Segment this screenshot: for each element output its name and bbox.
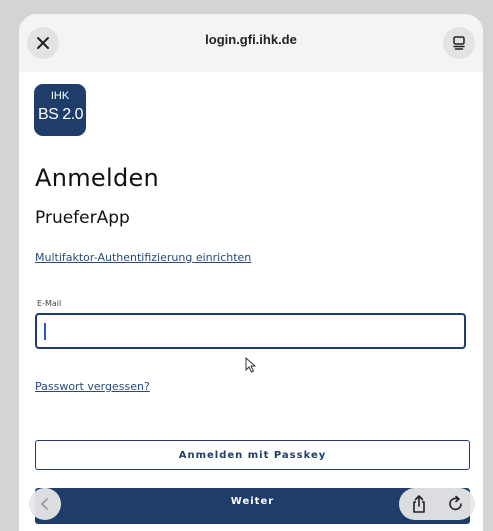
share-icon[interactable] [410, 494, 428, 514]
passkey-login-button[interactable]: Anmelden mit Passkey [35, 440, 470, 470]
close-button[interactable] [27, 27, 59, 59]
back-button[interactable] [29, 488, 61, 520]
reload-icon[interactable] [447, 494, 465, 514]
text-caret [44, 323, 46, 340]
url-label[interactable]: login.gfi.ihk.de [119, 32, 383, 47]
close-icon [37, 37, 49, 49]
page-subtitle: PrueferApp [35, 208, 130, 228]
reader-button[interactable] [443, 27, 475, 59]
mouse-pointer-icon [245, 357, 257, 373]
email-label: E-Mail [37, 299, 62, 308]
forgot-password-link[interactable]: Passwort vergessen? [35, 380, 150, 393]
browser-actions [399, 488, 475, 520]
mfa-setup-link[interactable]: Multifaktor-Authentifizierung einrichten [35, 251, 251, 264]
logo-line-2: BS 2.0 [38, 106, 84, 123]
browser-sheet: login.gfi.ihk.de IHK BS 2.0 Anmelden Pru… [19, 14, 483, 531]
ihk-logo: IHK BS 2.0 [34, 84, 86, 136]
email-field[interactable] [35, 313, 466, 349]
page-title: Anmelden [35, 164, 160, 192]
browser-toolbar: login.gfi.ihk.de [19, 14, 483, 72]
reader-icon [453, 36, 465, 50]
logo-line-1: IHK [50, 90, 70, 102]
back-icon [41, 498, 48, 510]
